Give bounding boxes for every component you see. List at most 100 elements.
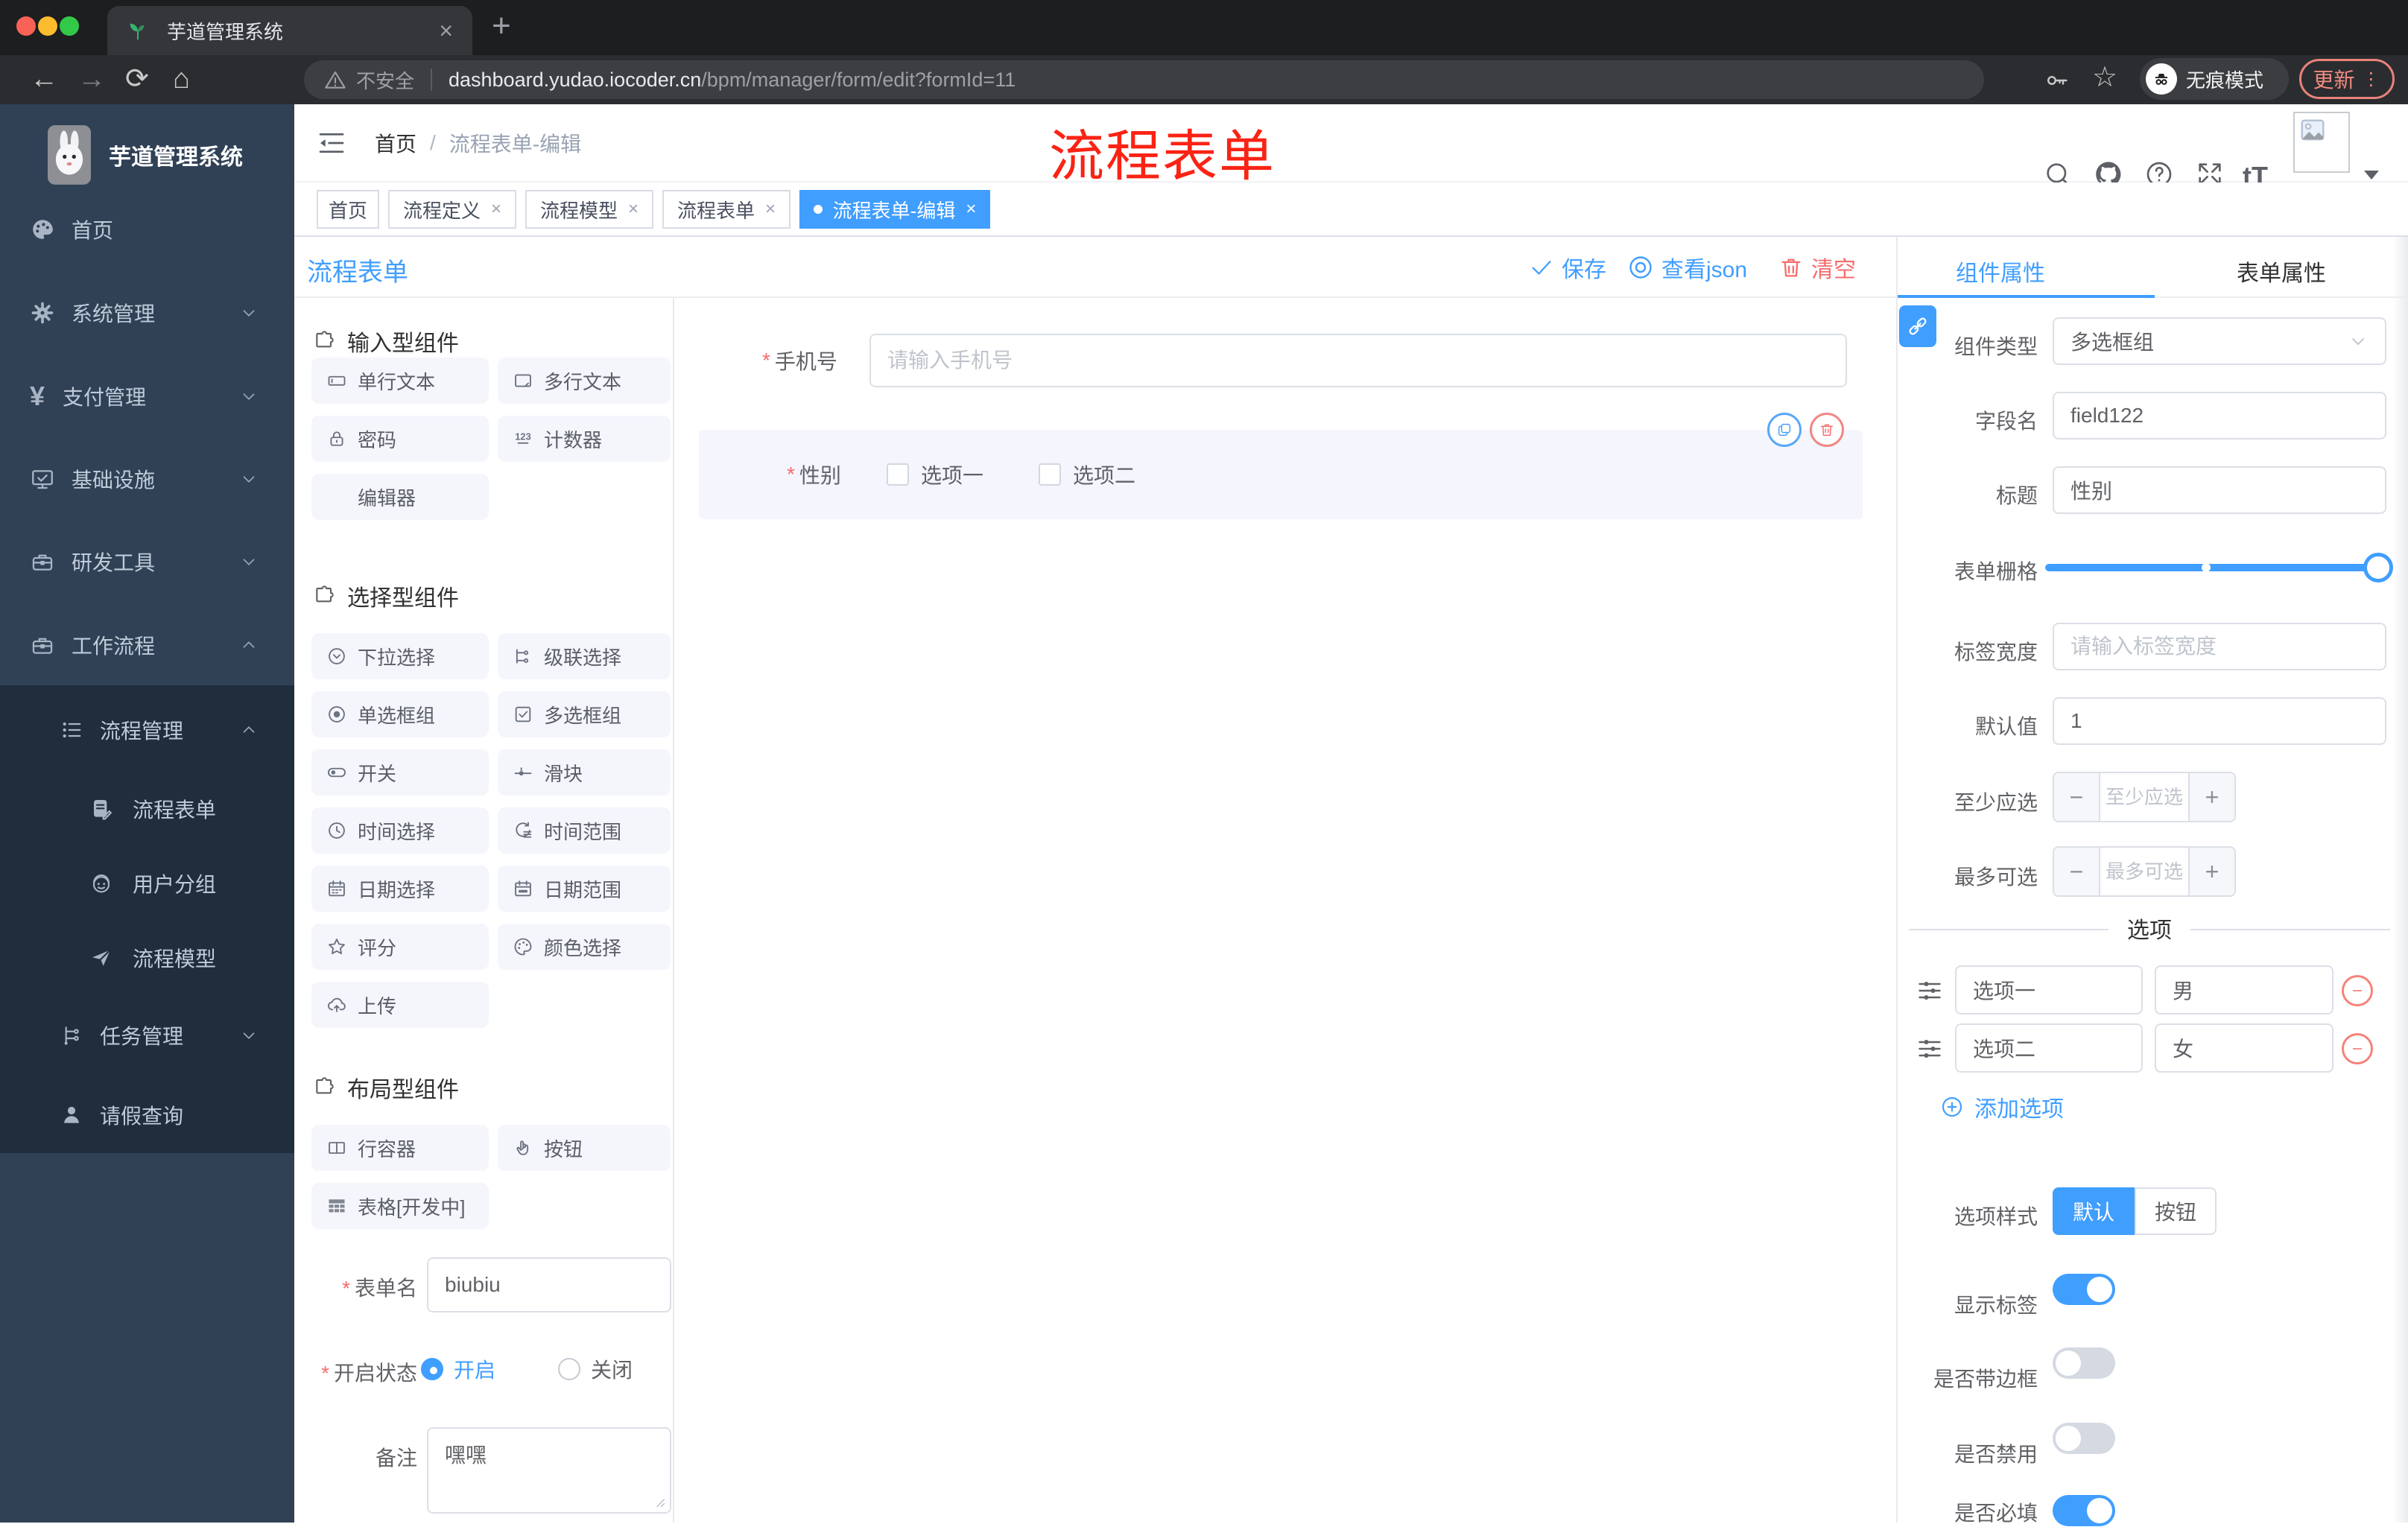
component-item-checkbox-group[interactable]: 多选框组: [498, 691, 671, 737]
home-icon[interactable]: ⌂: [173, 63, 190, 95]
component-item-rate[interactable]: 评分: [311, 924, 489, 970]
page-tab-process-form[interactable]: 流程表单 ×: [662, 190, 790, 229]
view-json-button[interactable]: 查看json: [1627, 237, 1747, 298]
stepper-minus-button[interactable]: −: [2054, 773, 2100, 821]
component-item-upload[interactable]: 上传: [311, 982, 489, 1028]
status-on-label[interactable]: 开启: [454, 1354, 495, 1384]
gender-option1-label[interactable]: 选项一: [921, 460, 983, 489]
avatar-broken-image[interactable]: [2293, 112, 2350, 173]
textarea-resize-handle[interactable]: [650, 1493, 667, 1509]
add-option-button[interactable]: 添加选项: [1940, 1091, 2064, 1123]
page-tab-process-model[interactable]: 流程模型 ×: [525, 190, 653, 229]
component-item-date-picker[interactable]: 日期选择: [311, 866, 489, 912]
sidebar-item-workflow[interactable]: 工作流程: [0, 612, 294, 678]
label-width-input[interactable]: [2053, 623, 2386, 670]
selected-widget-gender[interactable]: * 性别 选项一 选项二: [699, 430, 1863, 519]
component-item-time-range[interactable]: 时间范围: [498, 807, 671, 854]
required-toggle[interactable]: [2053, 1495, 2115, 1526]
browser-tab[interactable]: 芋道管理系统 ×: [107, 6, 472, 55]
browser-menu-dots-icon[interactable]: ⋮: [2363, 69, 2381, 90]
sidebar-item-payment[interactable]: ¥ 支付管理: [0, 364, 294, 429]
minimize-window-button[interactable]: [38, 16, 57, 36]
close-window-button[interactable]: [16, 16, 36, 36]
component-item-textarea[interactable]: 多行文本: [498, 358, 671, 404]
component-item-editor[interactable]: 编辑器: [311, 474, 489, 520]
default-value-input[interactable]: [2053, 697, 2386, 745]
sidebar-item-task-management[interactable]: 任务管理: [0, 1003, 294, 1068]
page-tab-home[interactable]: 首页: [317, 190, 379, 229]
reload-icon[interactable]: ⟳: [125, 63, 149, 95]
sidebar-item-process-form[interactable]: 流程表单: [0, 776, 294, 842]
stepper-plus-button[interactable]: +: [2188, 773, 2234, 821]
option2-value-input[interactable]: [2155, 1023, 2333, 1073]
page-tab-process-definition[interactable]: 流程定义 ×: [388, 190, 516, 229]
back-icon[interactable]: ←: [30, 63, 58, 95]
style-button-button[interactable]: 按钮: [2135, 1187, 2217, 1235]
widget-delete-button[interactable]: [1810, 413, 1844, 447]
hamburger-collapse-icon[interactable]: [317, 128, 346, 158]
sidebar-item-home[interactable]: 首页: [0, 197, 294, 262]
option1-label-input[interactable]: [1955, 965, 2143, 1015]
tab-close-icon[interactable]: ×: [491, 199, 501, 220]
component-item-select[interactable]: 下拉选择: [311, 633, 489, 679]
component-item-password[interactable]: 密码: [311, 416, 489, 462]
tab-component-props[interactable]: 组件属性: [1956, 255, 2045, 288]
component-item-table[interactable]: 表格[开发中]: [311, 1183, 489, 1229]
sidebar-item-infrastructure[interactable]: 基础设施: [0, 446, 294, 512]
show-label-toggle[interactable]: [2053, 1274, 2115, 1305]
tab-close-icon[interactable]: ×: [439, 17, 453, 45]
panel-scrollbar[interactable]: [2393, 237, 2408, 1523]
sidebar-item-dev-tools[interactable]: 研发工具: [0, 529, 294, 594]
field-name-input[interactable]: [2053, 392, 2386, 439]
form-grid-slider[interactable]: [2045, 564, 2392, 571]
gender-option1-checkbox[interactable]: [887, 463, 909, 486]
option1-value-input[interactable]: [2155, 965, 2333, 1015]
breadcrumb-home[interactable]: 首页: [375, 128, 416, 158]
sidebar-logo[interactable]: 芋道管理系统: [48, 125, 243, 185]
component-item-radio-group[interactable]: 单选框组: [311, 691, 489, 737]
avatar-caret-icon[interactable]: [2363, 170, 2380, 180]
component-item-single-text[interactable]: 单行文本: [311, 358, 489, 404]
tab-close-icon[interactable]: ×: [966, 199, 976, 220]
min-select-input[interactable]: [2100, 773, 2188, 821]
component-item-switch[interactable]: 开关: [311, 749, 489, 796]
component-item-counter[interactable]: 123 计数器: [498, 416, 671, 462]
stepper-plus-button[interactable]: +: [2188, 848, 2234, 895]
maximize-window-button[interactable]: [60, 16, 79, 36]
component-item-cascader[interactable]: 级联选择: [498, 633, 671, 679]
max-select-input[interactable]: [2100, 848, 2188, 895]
sidebar-item-user-groups[interactable]: 用户分组: [0, 851, 294, 916]
title-input[interactable]: [2053, 466, 2386, 514]
option1-remove-button[interactable]: [2342, 975, 2373, 1006]
border-toggle[interactable]: [2053, 1347, 2115, 1379]
gender-option2-checkbox[interactable]: [1039, 463, 1062, 486]
widget-copy-button[interactable]: [1767, 413, 1802, 447]
tab-close-icon[interactable]: ×: [628, 199, 639, 220]
sidebar-item-leave-query[interactable]: 请假查询: [0, 1082, 294, 1148]
status-radio-off[interactable]: [558, 1358, 581, 1380]
component-item-slider[interactable]: 滑块: [498, 749, 671, 796]
option-drag-handle-icon[interactable]: [1916, 977, 1943, 1004]
designer-title-link[interactable]: 流程表单: [307, 252, 408, 288]
status-off-label[interactable]: 关闭: [591, 1354, 633, 1384]
key-icon[interactable]: [2043, 67, 2070, 94]
tab-form-props[interactable]: 表单属性: [2237, 255, 2326, 288]
option-drag-handle-icon[interactable]: [1916, 1035, 1943, 1062]
option2-remove-button[interactable]: [2342, 1033, 2373, 1064]
gender-option2-label[interactable]: 选项二: [1073, 460, 1135, 489]
component-item-time-picker[interactable]: 时间选择: [311, 807, 489, 854]
stepper-minus-button[interactable]: −: [2054, 848, 2100, 895]
bookmark-star-icon[interactable]: ☆: [2092, 61, 2117, 94]
clear-button[interactable]: 清空: [1778, 237, 1856, 298]
form-canvas[interactable]: * 手机号 * 性别 选项一 选项二: [674, 298, 1896, 1523]
remark-textarea[interactable]: 嘿嘿: [427, 1427, 671, 1514]
sidebar-item-system[interactable]: 系统管理: [0, 280, 294, 346]
status-radio-on[interactable]: [421, 1358, 443, 1380]
new-tab-button[interactable]: +: [492, 7, 511, 45]
component-type-select[interactable]: 多选框组: [2053, 317, 2386, 365]
form-name-input[interactable]: [427, 1257, 671, 1312]
component-item-color-picker[interactable]: 颜色选择: [498, 924, 671, 970]
page-tab-process-form-edit[interactable]: 流程表单-编辑 ×: [799, 190, 990, 229]
sidebar-item-process-model[interactable]: 流程模型: [0, 925, 294, 991]
save-button[interactable]: 保存: [1529, 237, 1606, 298]
